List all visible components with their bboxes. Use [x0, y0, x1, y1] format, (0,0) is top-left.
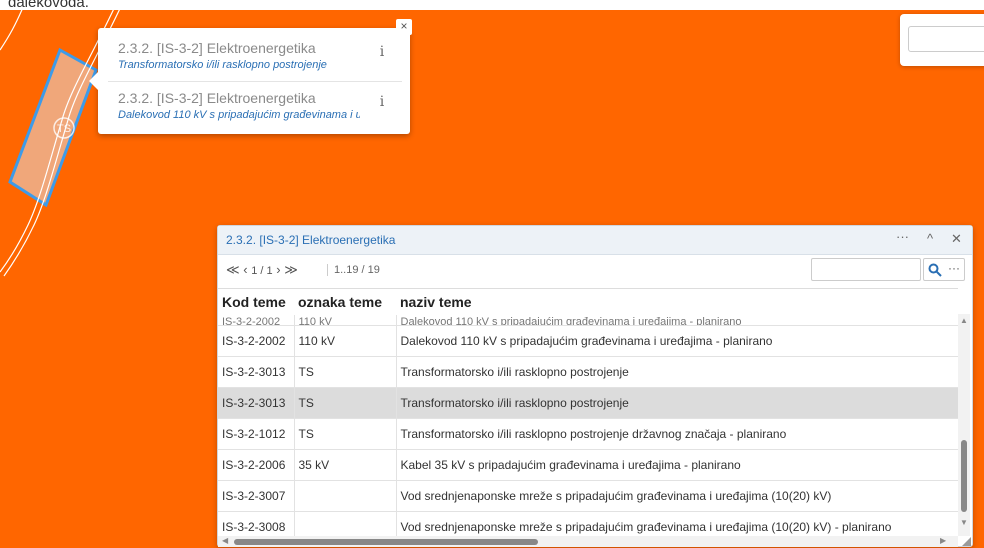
prev-page-button[interactable]: ‹ [243, 262, 247, 277]
cell-kod-teme: IS-3-2-3007 [218, 480, 295, 512]
feature-popup: × 2.3.2. [IS-3-2] Elektroenergetika Tran… [89, 19, 412, 134]
info-icon[interactable]: i [374, 44, 390, 64]
top-text: dalekovoda. [8, 0, 89, 10]
horizontal-scrollbar[interactable]: ◀ ▶ [218, 536, 958, 547]
table-search-input[interactable] [811, 258, 921, 281]
table-header-row: Kod teme oznaka teme naziv teme [218, 289, 958, 315]
cell-naziv-teme: Dalekovod 110 kV s pripadajućim građevin… [396, 325, 958, 357]
record-range: 1..19 / 19 [327, 264, 380, 276]
pager-toolbar: ≪ ‹ 1 / 1 › ≫ 1..19 / 19 ··· [218, 256, 972, 288]
column-header-oznaka-teme[interactable]: oznaka teme [294, 289, 396, 315]
cell-naziv-teme: Transformatorsko i/ili rasklopno postroj… [396, 356, 958, 388]
cell-oznaka-teme [294, 511, 397, 538]
popup-item[interactable]: 2.3.2. [IS-3-2] Elektroenergetika Daleko… [108, 84, 402, 132]
panel-title: 2.3.2. [IS-3-2] Elektroenergetika [226, 233, 396, 247]
table-row[interactable]: IS-3-2-3007 Vod srednjenaponske mreže s p… [218, 480, 958, 512]
collapse-icon[interactable]: ^ [927, 231, 933, 246]
scroll-right-arrow-icon[interactable]: ▶ [940, 536, 946, 545]
cell-oznaka-teme: TS [294, 418, 397, 450]
cell-kod-teme: IS-3-2-2002 [218, 315, 295, 326]
table-row[interactable]: IS-3-2-3008 Vod srednjenaponske mreže s p… [218, 511, 958, 538]
popup-item-title: 2.3.2. [IS-3-2] Elektroenergetika [118, 90, 316, 106]
attribute-table: Kod teme oznaka teme naziv teme IS-3-2-2… [218, 288, 958, 538]
search-icon [928, 263, 942, 277]
popup-item-title: 2.3.2. [IS-3-2] Elektroenergetika [118, 40, 316, 56]
scroll-up-arrow-icon[interactable]: ▲ [960, 316, 968, 325]
next-page-button[interactable]: › [276, 262, 280, 277]
close-icon[interactable]: ✕ [951, 231, 962, 247]
table-row[interactable]: IS-3-2-2002 110 kV Dalekovod 110 kV s prip… [218, 325, 958, 357]
cell-kod-teme: IS-3-2-3008 [218, 511, 295, 538]
pager-nav: ≪ ‹ 1 / 1 › ≫ [226, 262, 298, 278]
cell-kod-teme: IS-3-2-3013 [218, 356, 295, 388]
cell-oznaka-teme: 35 kV [294, 449, 397, 481]
more-options-icon[interactable]: ··· [896, 229, 909, 244]
horizontal-scroll-thumb[interactable] [234, 539, 538, 545]
cell-naziv-teme: Dalekovod 110 kV s pripadajućim građevin… [396, 315, 958, 326]
popup-arrow [89, 72, 98, 90]
table-body: IS-3-2-2002 110 kV Dalekovod 110 kV s pr… [218, 315, 958, 538]
attribute-table-panel: 2.3.2. [IS-3-2] Elektroenergetika ··· ^ … [217, 225, 973, 547]
page-indicator: 1 / 1 [251, 265, 273, 277]
map-search-widget [900, 14, 984, 66]
first-page-button[interactable]: ≪ [226, 262, 240, 277]
search-options-icon[interactable]: ··· [948, 261, 960, 275]
cell-naziv-teme: Vod srednjenaponske mreže s pripadajućim… [396, 480, 958, 512]
table-row[interactable]: IS-3-2-2002 110 kV Dalekovod 110 kV s pr… [218, 315, 958, 326]
cell-naziv-teme: Kabel 35 kV s pripadajućim građevinama i… [396, 449, 958, 481]
popup-item[interactable]: 2.3.2. [IS-3-2] Elektroenergetika Transf… [108, 34, 402, 82]
cell-kod-teme: IS-3-2-3013 [218, 387, 295, 419]
map-search-input[interactable] [908, 26, 984, 52]
cell-naziv-teme: Transformatorsko i/ili rasklopno postroj… [396, 418, 958, 450]
scroll-down-arrow-icon[interactable]: ▼ [960, 518, 968, 527]
cell-kod-teme: IS-3-2-2002 [218, 325, 295, 357]
popup-close-button[interactable]: × [396, 19, 412, 35]
column-header-kod-teme[interactable]: Kod teme [218, 289, 294, 315]
popup-item-subtitle[interactable]: Dalekovod 110 kV s pripadajućim građevin… [118, 109, 360, 121]
cell-oznaka-teme: 110 kV [294, 315, 397, 326]
vertical-scrollbar[interactable]: ▲ ▼ [958, 314, 970, 536]
cell-oznaka-teme [294, 480, 397, 512]
info-icon[interactable]: i [374, 94, 390, 114]
vertical-scroll-thumb[interactable] [961, 440, 967, 512]
resize-grip-icon[interactable] [960, 536, 972, 547]
cell-kod-teme: IS-3-2-1012 [218, 418, 295, 450]
last-page-button[interactable]: ≫ [284, 262, 298, 277]
table-row[interactable]: IS-3-2-3013 TS Transformatorsko i/ili rask… [218, 356, 958, 388]
cell-oznaka-teme: TS [294, 356, 397, 388]
cell-naziv-teme: Transformatorsko i/ili rasklopno postroj… [396, 387, 958, 419]
table-row[interactable]: IS-3-2-2006 35 kV Kabel 35 kV s pripadajuć… [218, 449, 958, 481]
cell-naziv-teme: Vod srednjenaponske mreže s pripadajućim… [396, 511, 958, 538]
popup-item-subtitle[interactable]: Transformatorsko i/ili rasklopno postroj… [118, 59, 360, 71]
power-line-1[interactable] [0, 10, 26, 51]
cell-oznaka-teme: TS [294, 387, 397, 419]
cell-kod-teme: IS-3-2-2006 [218, 449, 295, 481]
cell-oznaka-teme: 110 kV [294, 325, 397, 357]
table-search-button[interactable]: ··· [923, 258, 965, 281]
column-header-naziv-teme[interactable]: naziv teme [396, 289, 958, 315]
scroll-left-arrow-icon[interactable]: ◀ [222, 536, 228, 545]
table-row[interactable]: IS-3-2-1012 TS Transformatorsko i/ili rask… [218, 418, 958, 450]
top-text-strip: dalekovoda. [0, 0, 984, 10]
table-row[interactable]: IS-3-2-3013 TS Transformatorsko i/ili rask… [218, 387, 958, 419]
ts-feature-polygon[interactable] [8, 47, 98, 208]
panel-header: 2.3.2. [IS-3-2] Elektroenergetika ··· ^ … [218, 226, 972, 255]
